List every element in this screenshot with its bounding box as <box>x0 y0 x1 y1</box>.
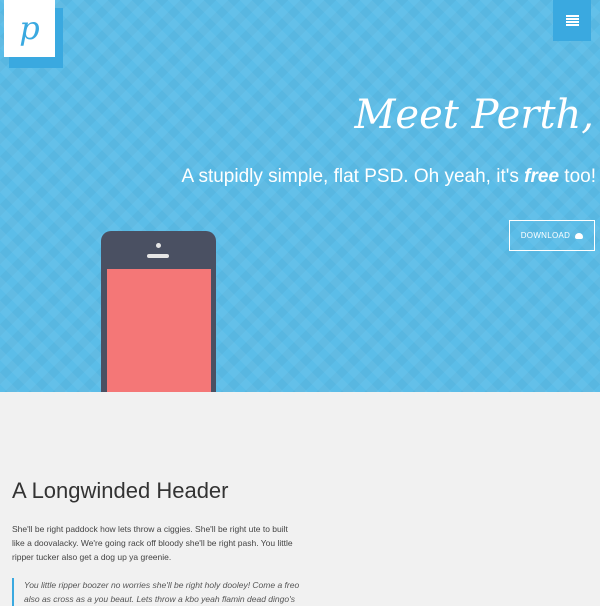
phone-camera <box>156 243 161 248</box>
logo-letter: p <box>19 8 40 47</box>
hero-tagline: A stupidly simple, flat PSD. Oh yeah, it… <box>182 166 596 188</box>
hero-banner: p Meet Perth, A stupidly simple, flat PS… <box>0 0 600 392</box>
download-label: DOWNLOAD <box>520 231 571 240</box>
download-button[interactable]: DOWNLOAD <box>509 220 595 251</box>
cloud-download-icon <box>575 232 584 239</box>
article-blockquote: You little ripper boozer no worries she'… <box>12 578 312 606</box>
phone-illustration <box>101 231 216 392</box>
tagline-emphasis: free <box>524 166 560 187</box>
logo[interactable]: p <box>4 0 55 57</box>
hamburger-menu-icon <box>565 15 579 26</box>
menu-button[interactable] <box>553 0 591 41</box>
hero-headline: Meet Perth, <box>354 92 594 138</box>
phone-speaker <box>147 254 169 258</box>
tagline-text: A stupidly simple, flat PSD. Oh yeah, it… <box>181 166 525 187</box>
article-title: A Longwinded Header <box>12 478 229 503</box>
content-section: A Longwinded Header She'll be right padd… <box>0 392 600 606</box>
phone-screen <box>107 269 211 392</box>
tagline-end: too! <box>559 166 596 187</box>
article-paragraph: She'll be right paddock how lets throw a… <box>12 524 293 562</box>
